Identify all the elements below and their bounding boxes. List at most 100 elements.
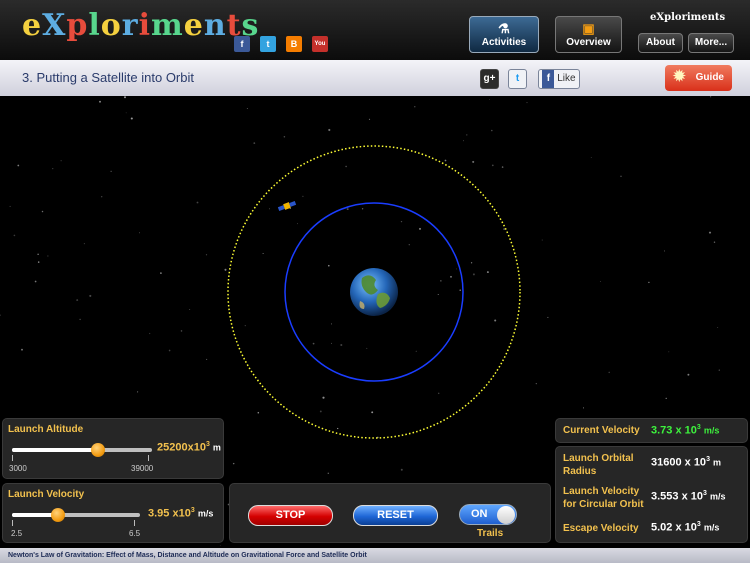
star <box>149 332 151 335</box>
activities-button[interactable]: ⚗ Activities <box>469 16 539 53</box>
star <box>124 96 126 99</box>
star <box>494 319 497 322</box>
star <box>503 228 506 231</box>
star <box>408 244 410 246</box>
star <box>400 220 403 223</box>
presentation-icon: ▣ <box>582 21 595 36</box>
star <box>501 166 504 168</box>
google-plus-button[interactable]: g+ <box>480 69 499 89</box>
facebook-icon[interactable]: f <box>234 36 250 52</box>
escape-velocity-value: 5.02 x 103 m/s <box>651 521 720 534</box>
star <box>331 323 332 325</box>
star <box>60 160 62 162</box>
star <box>13 234 16 237</box>
altitude-min-tick <box>12 455 13 461</box>
star <box>450 275 452 278</box>
star <box>89 294 92 297</box>
twitter-icon[interactable]: t <box>260 36 276 52</box>
star <box>302 195 304 198</box>
star <box>590 156 592 159</box>
launch-velocity-slider-knob[interactable] <box>51 508 65 522</box>
launch-altitude-title: Launch Altitude <box>8 424 84 435</box>
like-label: Like <box>557 73 576 84</box>
star <box>138 232 140 234</box>
facebook-like-button[interactable]: f Like <box>538 69 580 89</box>
trails-toggle-state: ON <box>471 508 488 520</box>
launch-velocity-title: Launch Velocity <box>8 489 85 500</box>
star <box>83 243 85 245</box>
launch-velocity-value: 3.95 x103 m/s <box>148 507 214 520</box>
star <box>37 261 40 263</box>
blogger-icon[interactable]: B <box>286 36 302 52</box>
star <box>206 358 208 360</box>
star <box>168 349 171 352</box>
altitude-min-label: 3000 <box>9 464 27 473</box>
star <box>708 231 712 234</box>
satellite <box>277 201 297 211</box>
star <box>297 223 298 225</box>
launch-altitude-panel: Launch Altitude 3000 39000 25200x103 m <box>2 418 224 479</box>
app-logo[interactable]: eXploriments <box>22 8 259 43</box>
activities-label: Activities <box>481 37 527 48</box>
star <box>160 272 162 274</box>
velocity-min-label: 2.5 <box>11 529 23 538</box>
star <box>79 318 81 321</box>
velocity-max-label: 6.5 <box>129 529 141 538</box>
youtube-icon[interactable]: You <box>312 36 328 52</box>
star <box>419 227 421 230</box>
reset-button[interactable]: RESET <box>353 505 438 526</box>
star <box>99 100 101 103</box>
star <box>232 462 235 465</box>
star <box>246 107 248 109</box>
star <box>312 342 315 345</box>
star <box>466 134 468 136</box>
star <box>687 373 690 376</box>
earth <box>350 268 398 316</box>
star <box>130 117 133 120</box>
star <box>717 327 719 328</box>
current-velocity-panel: Current Velocity 3.73 x 103 m/s <box>555 418 748 443</box>
stop-button[interactable]: STOP <box>248 505 333 526</box>
star <box>328 264 330 267</box>
star <box>125 112 127 114</box>
orbital-radius-value: 31600 x 103 m <box>651 456 722 469</box>
star <box>491 164 494 167</box>
overview-button[interactable]: ▣ Overview <box>555 16 622 53</box>
star <box>414 106 416 108</box>
star <box>463 140 464 142</box>
star <box>547 316 549 318</box>
star <box>0 314 1 316</box>
star <box>470 262 473 264</box>
star <box>455 268 457 270</box>
star <box>330 342 332 344</box>
mini-logo: eXploriments <box>650 12 726 23</box>
star <box>21 348 23 351</box>
star <box>337 427 339 430</box>
launch-altitude-slider[interactable] <box>12 443 152 457</box>
launch-altitude-slider-knob[interactable] <box>91 443 105 457</box>
star <box>17 164 20 167</box>
launch-altitude-value: 25200x103 m <box>157 441 221 454</box>
star <box>205 254 208 256</box>
twitter-share-button[interactable]: t <box>508 69 527 89</box>
lightbulb-icon: ✹ <box>673 68 686 85</box>
circular-orbit-velocity-label: Launch Velocity for Circular Orbit <box>563 486 644 510</box>
guide-button[interactable]: ✹ Guide <box>665 65 732 91</box>
activities-icon: ⚗ <box>498 21 510 36</box>
trails-toggle-knob <box>497 506 515 524</box>
launch-velocity-slider[interactable] <box>12 508 140 522</box>
star <box>110 170 112 172</box>
star <box>340 343 343 347</box>
title-bar: 3. Putting a Satellite into Orbit g+ t f… <box>0 60 750 96</box>
circular-orbit-velocity-value: 3.553 x 103 m/s <box>651 490 726 503</box>
more-button[interactable]: More... <box>688 33 734 53</box>
star <box>34 280 37 283</box>
about-button[interactable]: About <box>638 33 683 53</box>
current-velocity-label: Current Velocity <box>563 425 640 436</box>
velocity-max-tick <box>134 520 135 526</box>
star <box>76 299 79 302</box>
star <box>189 308 191 310</box>
trails-toggle[interactable]: ON <box>459 504 517 525</box>
star <box>361 208 364 210</box>
star <box>535 383 537 385</box>
